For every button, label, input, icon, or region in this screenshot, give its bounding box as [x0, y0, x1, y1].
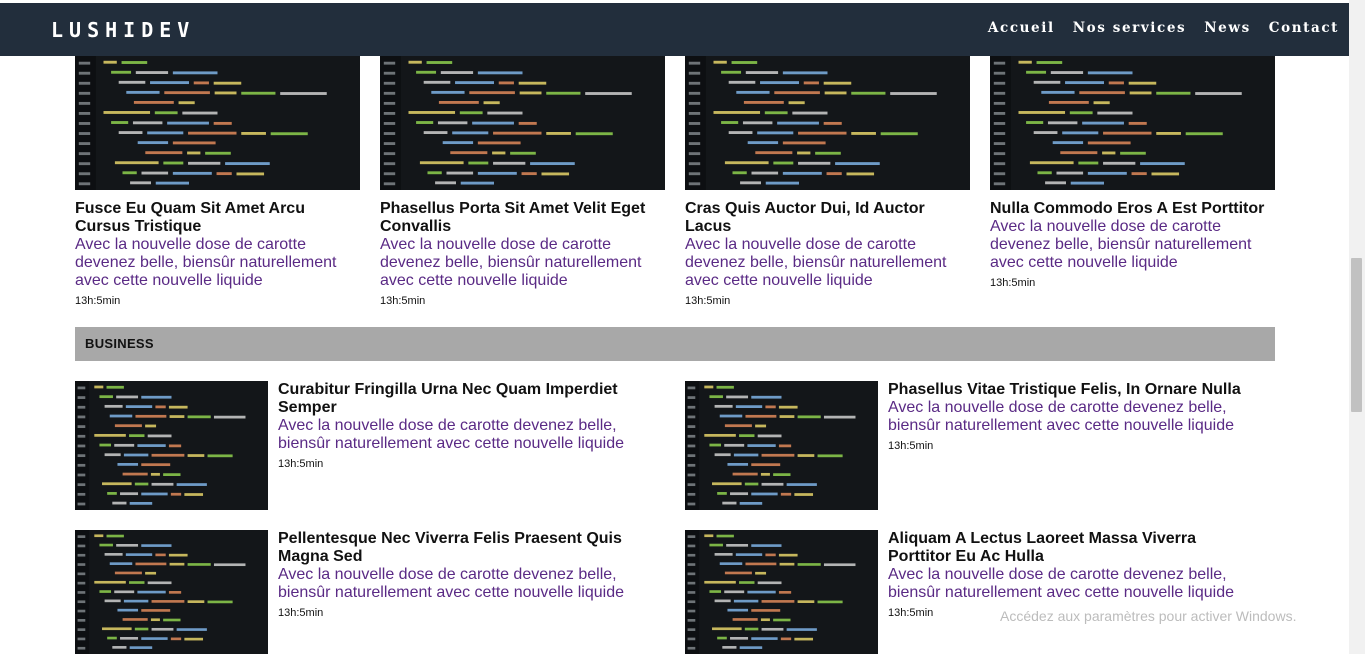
- card-time: 13h:5min: [685, 295, 731, 307]
- card-title[interactable]: Nulla Commodo Eros A Est Porttitor: [990, 200, 1275, 218]
- card-time: 13h:5min: [380, 295, 426, 307]
- section-header-business: BUSINESS: [75, 327, 1275, 361]
- nav-link-accueil[interactable]: Accueil: [988, 20, 1055, 36]
- card-image[interactable]: [380, 56, 665, 190]
- business-item-image[interactable]: [75, 530, 268, 654]
- business-item-description: Avec la nouvelle dose de carotte devenez…: [278, 566, 624, 601]
- brand-logo[interactable]: LUSHIDEV: [51, 18, 195, 42]
- scrollbar-thumb[interactable]: [1351, 258, 1362, 412]
- business-item-title[interactable]: Pellentesque Nec Viverra Felis Praesent …: [278, 530, 638, 566]
- nav-link-contact[interactable]: Contact: [1269, 20, 1339, 36]
- vertical-scrollbar[interactable]: [1349, 0, 1365, 654]
- business-item-image[interactable]: [685, 381, 878, 510]
- card-time: 13h:5min: [75, 295, 121, 307]
- card-title[interactable]: Phasellus Porta Sit Amet Velit Eget Conv…: [380, 200, 665, 236]
- nav-link-news[interactable]: News: [1204, 20, 1251, 36]
- nav-menu: Accueil Nos services News Contact: [988, 20, 1339, 36]
- card-title[interactable]: Fusce Eu Quam Sit Amet Arcu Cursus Trist…: [75, 200, 360, 236]
- business-item-description: Avec la nouvelle dose de carotte devenez…: [888, 399, 1234, 434]
- business-item-image[interactable]: [75, 381, 268, 510]
- card-description: Avec la nouvelle dose de carotte devenez…: [990, 218, 1252, 271]
- business-item-image[interactable]: [685, 530, 878, 654]
- business-item-time: 13h:5min: [278, 607, 324, 619]
- navbar: LUSHIDEV Accueil Nos services News Conta…: [0, 3, 1349, 56]
- business-item-title[interactable]: Phasellus Vitae Tristique Felis, In Orna…: [888, 381, 1248, 399]
- nav-link-services[interactable]: Nos services: [1073, 20, 1187, 36]
- business-item-title[interactable]: Aliquam A Lectus Laoreet Massa Viverra P…: [888, 530, 1248, 566]
- business-item-description: Avec la nouvelle dose de carotte devenez…: [278, 417, 624, 452]
- card-title[interactable]: Cras Quis Auctor Dui, Id Auctor Lacus: [685, 200, 970, 236]
- card-description: Avec la nouvelle dose de carotte devenez…: [380, 236, 642, 289]
- card-image[interactable]: [685, 56, 970, 190]
- card-image[interactable]: [990, 56, 1275, 190]
- business-item-description: Avec la nouvelle dose de carotte devenez…: [888, 566, 1234, 601]
- card-time: 13h:5min: [990, 277, 1036, 289]
- card-description: Avec la nouvelle dose de carotte devenez…: [75, 236, 337, 289]
- card-image[interactable]: [75, 56, 360, 190]
- windows-activation-watermark: Accédez aux paramètres pour activer Wind…: [1000, 608, 1297, 624]
- business-item-title[interactable]: Curabitur Fringilla Urna Nec Quam Imperd…: [278, 381, 638, 417]
- business-item-time: 13h:5min: [888, 607, 934, 619]
- business-item-time: 13h:5min: [888, 440, 934, 452]
- business-item-time: 13h:5min: [278, 458, 324, 470]
- card-description: Avec la nouvelle dose de carotte devenez…: [685, 236, 947, 289]
- section-title: BUSINESS: [85, 336, 154, 351]
